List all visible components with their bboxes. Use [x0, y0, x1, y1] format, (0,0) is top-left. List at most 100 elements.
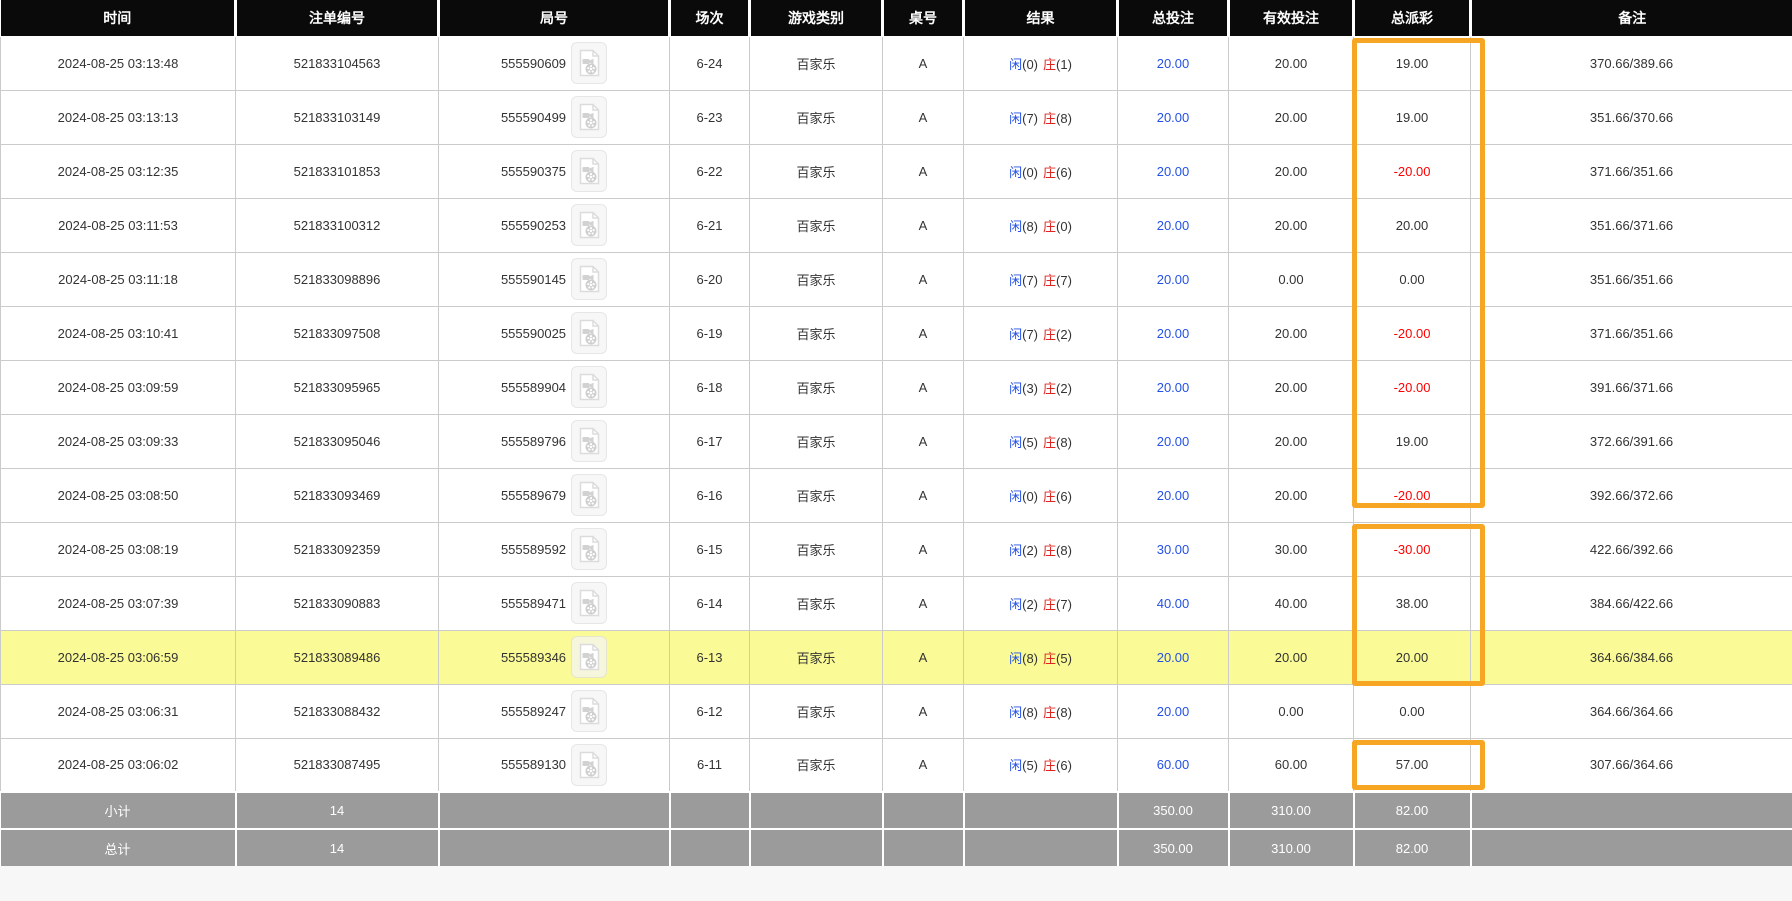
- table-row[interactable]: 2024-08-25 03:09:59 521833095965 5555899…: [1, 360, 1792, 414]
- table-row[interactable]: 2024-08-25 03:07:39 521833090883 5555894…: [1, 576, 1792, 630]
- session-cell: 6-19: [670, 306, 750, 360]
- round-number: 555589904: [501, 380, 566, 395]
- time-cell: 2024-08-25 03:06:02: [1, 738, 236, 792]
- bet-number-cell: 521833092359: [236, 522, 439, 576]
- bet-number-cell: 521833098896: [236, 252, 439, 306]
- payout-cell: 20.00: [1354, 198, 1471, 252]
- result-banker-label: 庄: [1043, 381, 1056, 396]
- round-number-cell: 555589130: [439, 738, 670, 792]
- game-type-cell: 百家乐: [750, 306, 883, 360]
- table-row[interactable]: 2024-08-25 03:06:02 521833087495 5555891…: [1, 738, 1792, 792]
- subtotal-total-bet: 350.00: [1118, 792, 1229, 829]
- table-number-cell: A: [883, 630, 964, 684]
- game-type-cell: 百家乐: [750, 522, 883, 576]
- session-cell: 6-15: [670, 522, 750, 576]
- video-replay-button[interactable]: [571, 474, 607, 516]
- result-cell: 闲(0)庄(6): [964, 144, 1118, 198]
- table-row[interactable]: 2024-08-25 03:13:13 521833103149 5555904…: [1, 90, 1792, 144]
- total-bet-cell: 20.00: [1118, 630, 1229, 684]
- video-replay-button[interactable]: [571, 258, 607, 300]
- bet-number-cell: 521833100312: [236, 198, 439, 252]
- video-replay-button[interactable]: [571, 204, 607, 246]
- result-banker-value: (6): [1056, 758, 1072, 773]
- session-cell: 6-22: [670, 144, 750, 198]
- table-row[interactable]: 2024-08-25 03:08:19 521833092359 5555895…: [1, 522, 1792, 576]
- table-row[interactable]: 2024-08-25 03:12:35 521833101853 5555903…: [1, 144, 1792, 198]
- round-number-cell: 555589471: [439, 576, 670, 630]
- result-cell: 闲(8)庄(0): [964, 198, 1118, 252]
- video-replay-button[interactable]: [571, 744, 607, 786]
- result-player-value: (8): [1022, 651, 1038, 666]
- video-replay-button[interactable]: [571, 582, 607, 624]
- result-cell: 闲(5)庄(6): [964, 738, 1118, 792]
- table-row[interactable]: 2024-08-25 03:06:31 521833088432 5555892…: [1, 684, 1792, 738]
- remark-cell: 391.66/371.66: [1471, 360, 1792, 414]
- table-number-cell: A: [883, 360, 964, 414]
- time-cell: 2024-08-25 03:07:39: [1, 576, 236, 630]
- game-type-cell: 百家乐: [750, 576, 883, 630]
- bet-number-cell: 521833104563: [236, 36, 439, 90]
- bet-number-cell: 521833103149: [236, 90, 439, 144]
- video-replay-button[interactable]: [571, 366, 607, 408]
- table-row[interactable]: 2024-08-25 03:11:18 521833098896 5555901…: [1, 252, 1792, 306]
- round-number: 555590375: [501, 164, 566, 179]
- video-file-icon: [577, 481, 601, 509]
- video-replay-button[interactable]: [571, 690, 607, 732]
- game-type-cell: 百家乐: [750, 630, 883, 684]
- subtotal-payout: 82.00: [1354, 792, 1471, 829]
- result-banker-label: 庄: [1043, 489, 1056, 504]
- video-file-icon: [577, 211, 601, 239]
- table-number-cell: A: [883, 468, 964, 522]
- session-cell: 6-14: [670, 576, 750, 630]
- table-row[interactable]: 2024-08-25 03:08:50 521833093469 5555896…: [1, 468, 1792, 522]
- result-player-value: (7): [1022, 273, 1038, 288]
- total-bet-cell: 20.00: [1118, 306, 1229, 360]
- result-banker-label: 庄: [1043, 758, 1056, 773]
- table-number-cell: A: [883, 252, 964, 306]
- game-type-cell: 百家乐: [750, 360, 883, 414]
- valid-bet-cell: 20.00: [1229, 90, 1354, 144]
- video-replay-button[interactable]: [571, 636, 607, 678]
- video-replay-button[interactable]: [571, 42, 607, 84]
- result-cell: 闲(5)庄(8): [964, 414, 1118, 468]
- total-bet-cell: 20.00: [1118, 144, 1229, 198]
- table-number-cell: A: [883, 522, 964, 576]
- grand-total-label: 总计: [1, 829, 236, 866]
- game-type-cell: 百家乐: [750, 738, 883, 792]
- table-number-cell: A: [883, 90, 964, 144]
- remark-cell: 351.66/371.66: [1471, 198, 1792, 252]
- round-number-cell: 555589346: [439, 630, 670, 684]
- time-cell: 2024-08-25 03:08:50: [1, 468, 236, 522]
- table-row[interactable]: 2024-08-25 03:13:48 521833104563 5555906…: [1, 36, 1792, 90]
- bet-number-cell: 521833087495: [236, 738, 439, 792]
- table-row[interactable]: 2024-08-25 03:09:33 521833095046 5555897…: [1, 414, 1792, 468]
- column-header-result: 结果: [964, 0, 1118, 36]
- result-player-value: (0): [1022, 165, 1038, 180]
- video-replay-button[interactable]: [571, 96, 607, 138]
- round-number-cell: 555590145: [439, 252, 670, 306]
- table-row[interactable]: 2024-08-25 03:06:59 521833089486 5555893…: [1, 630, 1792, 684]
- game-type-cell: 百家乐: [750, 252, 883, 306]
- bet-records-table: 时间 注单编号 局号 场次 游戏类别 桌号 结果 总投注 有效投注 总派彩 备注…: [0, 0, 1792, 866]
- remark-cell: 422.66/392.66: [1471, 522, 1792, 576]
- table-header: 时间 注单编号 局号 场次 游戏类别 桌号 结果 总投注 有效投注 总派彩 备注: [1, 0, 1792, 36]
- table-row[interactable]: 2024-08-25 03:11:53 521833100312 5555902…: [1, 198, 1792, 252]
- valid-bet-cell: 20.00: [1229, 198, 1354, 252]
- round-number-cell: 555589904: [439, 360, 670, 414]
- grand-total-count: 14: [236, 829, 439, 866]
- video-replay-button[interactable]: [571, 150, 607, 192]
- session-cell: 6-18: [670, 360, 750, 414]
- result-player-label: 闲: [1009, 165, 1022, 180]
- result-banker-value: (8): [1056, 543, 1072, 558]
- result-player-label: 闲: [1009, 111, 1022, 126]
- remark-cell: 364.66/384.66: [1471, 630, 1792, 684]
- payout-cell: 19.00: [1354, 414, 1471, 468]
- table-row[interactable]: 2024-08-25 03:10:41 521833097508 5555900…: [1, 306, 1792, 360]
- video-replay-button[interactable]: [571, 420, 607, 462]
- round-number-cell: 555589247: [439, 684, 670, 738]
- time-cell: 2024-08-25 03:06:31: [1, 684, 236, 738]
- total-bet-cell: 20.00: [1118, 252, 1229, 306]
- video-replay-button[interactable]: [571, 528, 607, 570]
- result-player-value: (0): [1022, 489, 1038, 504]
- video-replay-button[interactable]: [571, 312, 607, 354]
